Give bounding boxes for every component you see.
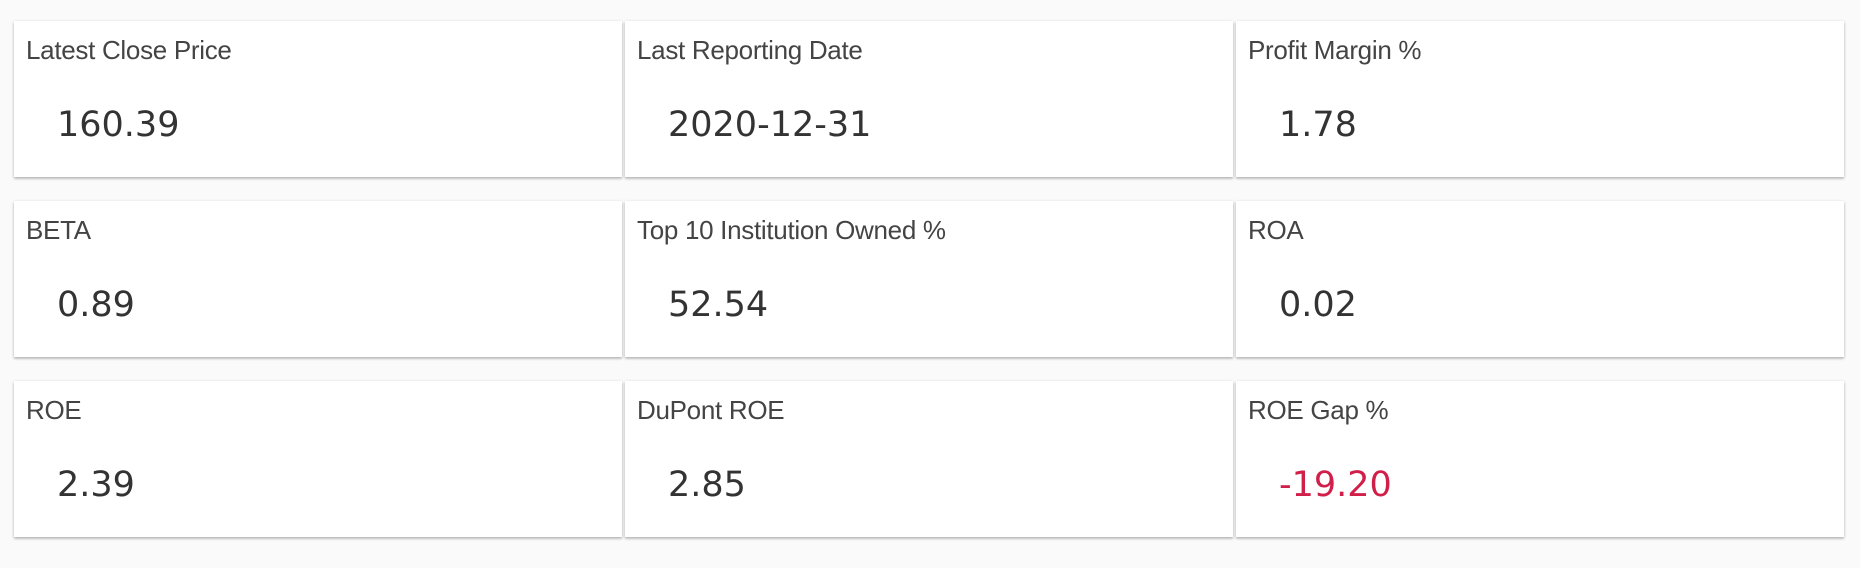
- card-value: 0.02: [1279, 285, 1357, 325]
- card-last-reporting-date: Last Reporting Date 2020-12-31: [625, 21, 1233, 177]
- card-title: Latest Close Price: [26, 35, 232, 65]
- card-value: 0.89: [57, 285, 135, 325]
- card-title: ROA: [1248, 215, 1304, 245]
- card-roa: ROA 0.02: [1236, 201, 1844, 357]
- card-title: ROE Gap %: [1248, 395, 1389, 425]
- card-value: 1.78: [1279, 105, 1357, 145]
- card-value: 2020-12-31: [668, 105, 872, 145]
- card-dupont-roe: DuPont ROE 2.85: [625, 381, 1233, 537]
- card-latest-close-price: Latest Close Price 160.39: [14, 21, 622, 177]
- card-title: ROE: [26, 395, 82, 425]
- card-title: Top 10 Institution Owned %: [637, 215, 946, 245]
- card-title: Last Reporting Date: [637, 35, 863, 65]
- card-profit-margin: Profit Margin % 1.78: [1236, 21, 1844, 177]
- card-top10-institution-owned: Top 10 Institution Owned % 52.54: [625, 201, 1233, 357]
- card-roe: ROE 2.39: [14, 381, 622, 537]
- card-roe-gap: ROE Gap % -19.20: [1236, 381, 1844, 537]
- card-value: 2.85: [668, 465, 746, 505]
- card-title: DuPont ROE: [637, 395, 785, 425]
- card-value: 160.39: [57, 105, 180, 145]
- card-value-negative: -19.20: [1279, 465, 1392, 505]
- card-value: 2.39: [57, 465, 135, 505]
- metrics-grid: Latest Close Price 160.39 Last Reporting…: [14, 21, 1844, 537]
- card-title: Profit Margin %: [1248, 35, 1422, 65]
- card-title: BETA: [26, 215, 91, 245]
- card-value: 52.54: [668, 285, 769, 325]
- card-beta: BETA 0.89: [14, 201, 622, 357]
